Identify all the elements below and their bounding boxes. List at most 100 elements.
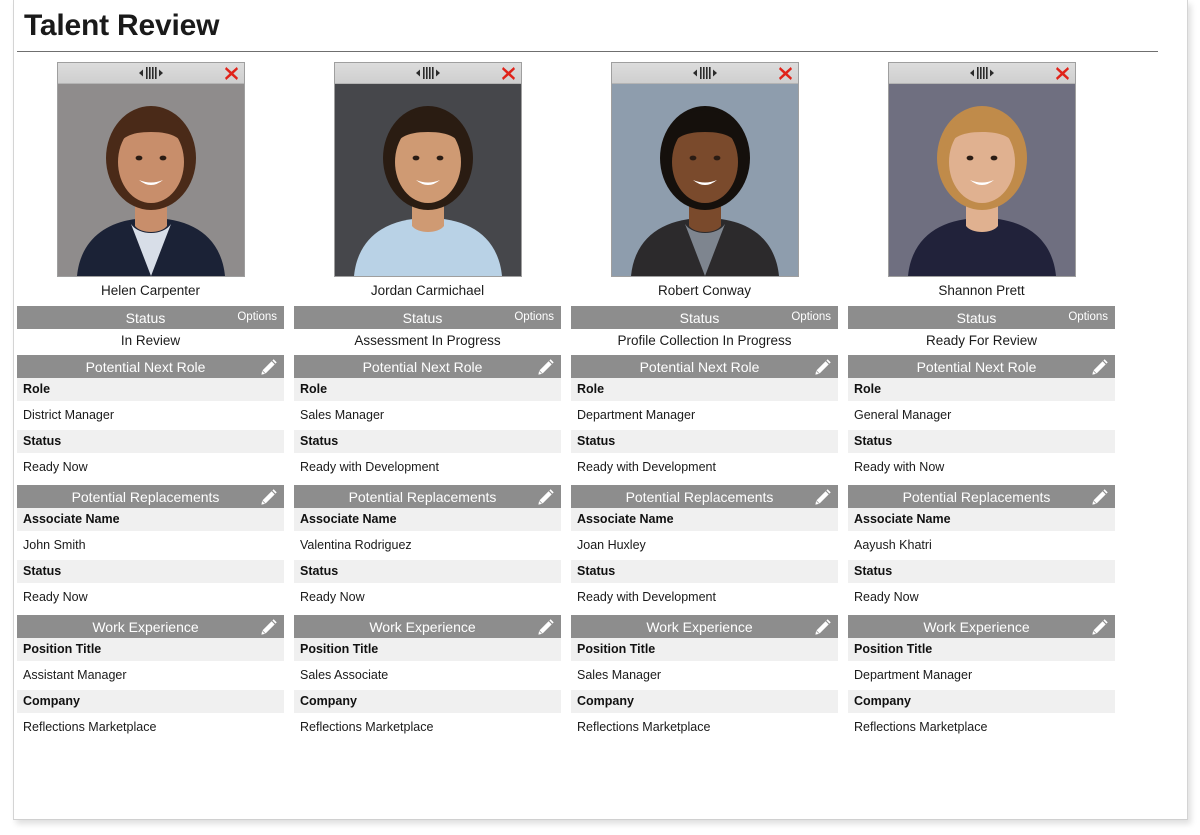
pencil-edit-icon[interactable]	[261, 358, 278, 375]
person-name: Jordan Carmichael	[370, 283, 485, 298]
field-label-associate-name: Associate Name	[571, 508, 838, 531]
person-photo	[888, 84, 1075, 276]
section-title-potential-replacements: Potential Replacements	[902, 488, 1051, 505]
close-icon[interactable]	[776, 64, 796, 83]
photo-card-titlebar[interactable]	[888, 63, 1075, 84]
section-header-work-experience: Work Experience	[848, 615, 1115, 638]
field-label-associate-name: Associate Name	[848, 508, 1115, 531]
person-photo	[57, 84, 244, 276]
field-label-role: Role	[17, 378, 284, 401]
section-header-potential-next-role: Potential Next Role	[17, 355, 284, 378]
section-header-work-experience: Work Experience	[17, 615, 284, 638]
section-title-work-experience: Work Experience	[92, 618, 199, 635]
field-label-position-title: Position Title	[17, 638, 284, 661]
talent-review-page: Talent Review Helen Carpenter Status Opt…	[0, 0, 1200, 835]
section-title-potential-replacements: Potential Replacements	[625, 488, 774, 505]
section-title-status: Status	[679, 309, 720, 326]
pencil-edit-icon[interactable]	[1092, 358, 1109, 375]
field-label-company: Company	[294, 690, 561, 713]
pencil-edit-icon[interactable]	[1092, 488, 1109, 505]
field-label-role: Role	[294, 378, 561, 401]
person-card-4: Shannon Prett Status Options Ready For R…	[848, 62, 1115, 742]
section-title-potential-next-role: Potential Next Role	[916, 358, 1037, 375]
pencil-edit-icon[interactable]	[538, 618, 555, 635]
section-header-potential-replacements: Potential Replacements	[571, 485, 838, 508]
drag-handle-icon[interactable]	[969, 66, 995, 80]
status-value: In Review	[120, 333, 181, 348]
field-label-replacement-status: Status	[848, 560, 1115, 583]
section-title-status: Status	[125, 309, 166, 326]
field-label-company: Company	[17, 690, 284, 713]
person-card-1: Helen Carpenter Status Options In Review…	[17, 62, 284, 742]
status-options-link[interactable]: Options	[791, 311, 831, 323]
pencil-edit-icon[interactable]	[815, 358, 832, 375]
field-label-replacement-status: Status	[294, 560, 561, 583]
status-options-link[interactable]: Options	[514, 311, 554, 323]
section-header-work-experience: Work Experience	[294, 615, 561, 638]
section-header-potential-replacements: Potential Replacements	[17, 485, 284, 508]
section-title-potential-next-role: Potential Next Role	[639, 358, 760, 375]
drag-handle-icon[interactable]	[415, 66, 441, 80]
close-icon[interactable]	[499, 64, 519, 83]
photo-card-titlebar[interactable]	[611, 63, 798, 84]
field-value-replacement-status: Ready Now	[294, 583, 561, 612]
field-label-next-role-status: Status	[848, 430, 1115, 453]
field-value-role: District Manager	[17, 401, 284, 430]
pencil-edit-icon[interactable]	[815, 488, 832, 505]
field-value-company: Reflections Marketplace	[848, 713, 1115, 742]
photo-card-wrapper	[571, 62, 838, 277]
section-title-potential-replacements: Potential Replacements	[348, 488, 497, 505]
photo-card	[56, 62, 245, 277]
page-title: Talent Review	[24, 9, 220, 42]
field-value-company: Reflections Marketplace	[571, 713, 838, 742]
close-icon[interactable]	[1053, 64, 1073, 83]
section-header-status: Status Options	[294, 306, 561, 329]
field-value-next-role-status: Ready with Now	[848, 453, 1115, 482]
photo-card-titlebar[interactable]	[57, 63, 244, 84]
section-header-potential-next-role: Potential Next Role	[571, 355, 838, 378]
section-title-work-experience: Work Experience	[646, 618, 753, 635]
photo-card	[887, 62, 1076, 277]
drag-handle-icon[interactable]	[138, 66, 164, 80]
status-options-link[interactable]: Options	[1068, 311, 1108, 323]
section-title-status: Status	[956, 309, 997, 326]
field-label-position-title: Position Title	[571, 638, 838, 661]
section-header-potential-next-role: Potential Next Role	[294, 355, 561, 378]
pencil-edit-icon[interactable]	[261, 488, 278, 505]
pencil-edit-icon[interactable]	[538, 488, 555, 505]
field-label-next-role-status: Status	[571, 430, 838, 453]
close-icon[interactable]	[222, 64, 242, 83]
photo-card-wrapper	[848, 62, 1115, 277]
status-options-link[interactable]: Options	[237, 311, 277, 323]
section-title-work-experience: Work Experience	[369, 618, 476, 635]
field-value-associate-name: Aayush Khatri	[848, 531, 1115, 560]
pencil-edit-icon[interactable]	[261, 618, 278, 635]
photo-card-titlebar[interactable]	[334, 63, 521, 84]
pencil-edit-icon[interactable]	[538, 358, 555, 375]
section-header-status: Status Options	[17, 306, 284, 329]
field-label-associate-name: Associate Name	[17, 508, 284, 531]
field-value-next-role-status: Ready Now	[17, 453, 284, 482]
field-label-position-title: Position Title	[294, 638, 561, 661]
field-value-position-title: Assistant Manager	[17, 661, 284, 690]
section-header-work-experience: Work Experience	[571, 615, 838, 638]
status-value: Profile Collection In Progress	[617, 333, 792, 348]
field-value-position-title: Sales Manager	[571, 661, 838, 690]
pencil-edit-icon[interactable]	[1092, 618, 1109, 635]
field-label-role: Role	[848, 378, 1115, 401]
field-value-associate-name: John Smith	[17, 531, 284, 560]
photo-card-wrapper	[17, 62, 284, 277]
section-title-potential-replacements: Potential Replacements	[71, 488, 220, 505]
field-value-role: Sales Manager	[294, 401, 561, 430]
field-label-next-role-status: Status	[17, 430, 284, 453]
drag-handle-icon[interactable]	[692, 66, 718, 80]
field-value-position-title: Sales Associate	[294, 661, 561, 690]
field-value-replacement-status: Ready with Development	[571, 583, 838, 612]
field-value-associate-name: Valentina Rodriguez	[294, 531, 561, 560]
field-label-role: Role	[571, 378, 838, 401]
field-label-replacement-status: Status	[17, 560, 284, 583]
field-value-associate-name: Joan Huxley	[571, 531, 838, 560]
pencil-edit-icon[interactable]	[815, 618, 832, 635]
status-value: Ready For Review	[925, 333, 1038, 348]
section-title-potential-next-role: Potential Next Role	[362, 358, 483, 375]
